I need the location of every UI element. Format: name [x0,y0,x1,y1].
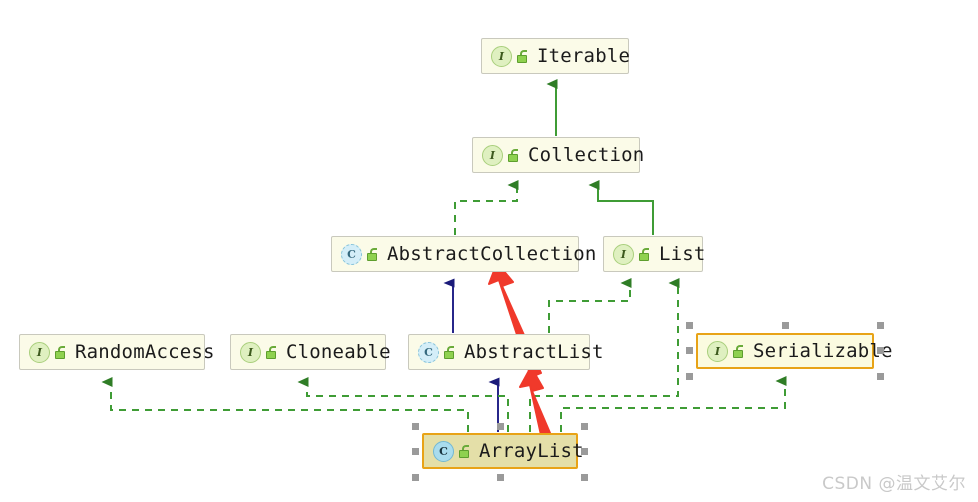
edge-arraylist-to-cloneable [297,377,509,432]
resize-handle-se[interactable] [877,373,884,380]
node-list[interactable]: I List [603,236,706,272]
node-label: AbstractCollection [387,242,597,265]
edge-abstractcollection-to-collection [454,180,519,235]
resize-handle-ne[interactable] [581,423,588,430]
edge-abstractlist-to-list [548,278,632,333]
interface-icon: I [240,341,261,363]
resize-handle-ne[interactable] [877,322,884,329]
interface-icon: I [491,45,512,67]
node-collection[interactable]: I Collection [472,137,644,173]
resize-handle-nw[interactable] [412,423,419,430]
unlocked-icon [507,148,519,162]
resize-handle-w[interactable] [412,448,419,455]
resize-handle-n[interactable] [497,423,504,430]
node-serializable[interactable]: I Serializable [696,333,892,369]
resize-handle-s[interactable] [497,474,504,481]
interface-icon: I [613,243,634,265]
node-abstractcollection[interactable]: C AbstractCollection [331,236,596,272]
unlocked-icon [443,345,455,359]
resize-handle-se[interactable] [581,474,588,481]
resize-handle-nw[interactable] [686,322,693,329]
node-label: ArrayList [479,439,584,462]
unlocked-icon [54,345,66,359]
class-icon: C [433,440,454,462]
edge-arraylist-to-randomaccess [101,377,469,432]
interface-icon: I [707,340,728,362]
node-label: Cloneable [286,340,391,363]
node-label: Serializable [753,339,893,362]
class-diagram-canvas: I Iterable I Collection C AbstractCollec… [0,0,978,502]
node-abstractlist[interactable]: C AbstractList [408,334,603,370]
node-arraylist[interactable]: C ArrayList [422,433,584,469]
resize-handle-w[interactable] [686,347,693,354]
unlocked-icon [732,344,744,358]
node-cloneable[interactable]: I Cloneable [230,334,391,370]
unlocked-icon [516,49,528,63]
interface-icon: I [482,144,503,166]
unlocked-icon [638,247,650,261]
abstract-class-icon: C [341,243,362,265]
resize-handle-n[interactable] [782,322,789,329]
unlocked-icon [366,247,378,261]
node-label: Collection [528,143,645,166]
interface-icon: I [29,341,50,363]
node-label: List [659,242,706,265]
resize-handle-sw[interactable] [412,474,419,481]
node-label: AbstractList [464,340,604,363]
unlocked-icon [265,345,277,359]
watermark: CSDN @温文艾尔 [822,474,966,494]
node-label: Iterable [537,44,631,67]
resize-handle-sw[interactable] [686,373,693,380]
abstract-class-icon: C [418,341,439,363]
edge-arraylist-to-serializable [560,376,787,432]
node-randomaccess[interactable]: I RandomAccess [19,334,214,370]
node-iterable[interactable]: I Iterable [481,38,631,74]
unlocked-icon [458,444,470,458]
edge-list-to-collection [588,180,654,235]
node-label: RandomAccess [75,340,215,363]
